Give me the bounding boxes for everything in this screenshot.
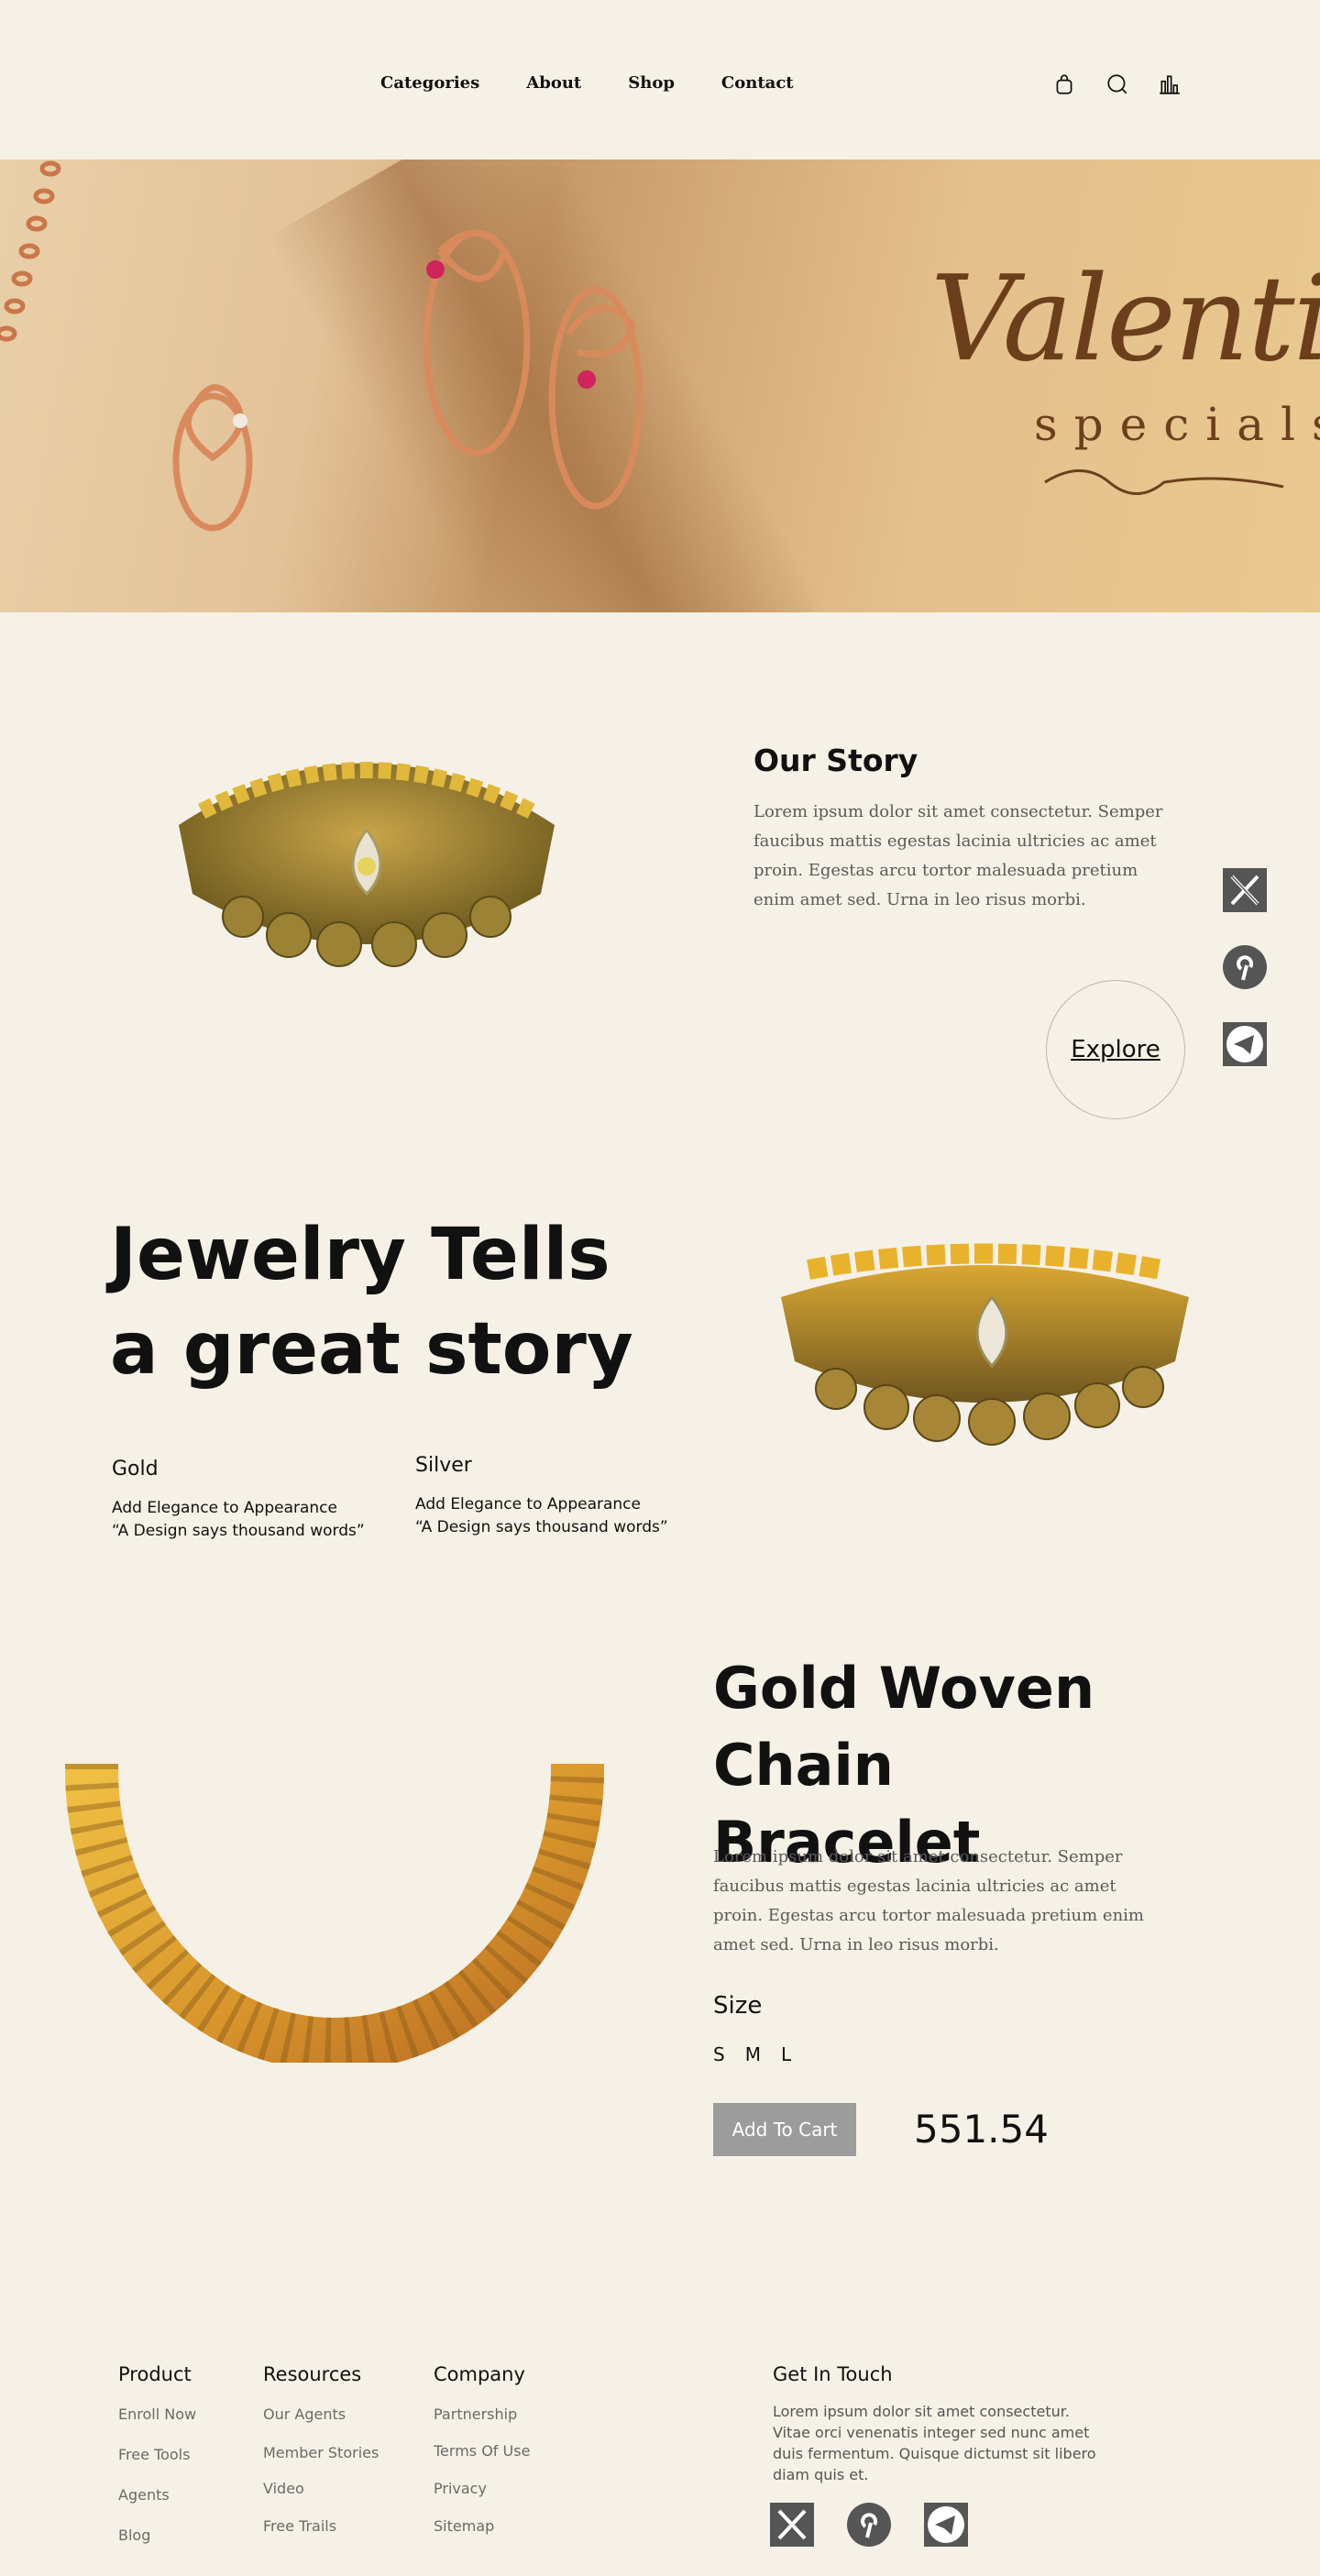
footer-link-video[interactable]: Video (263, 2480, 304, 2497)
footer-link-terms-of-use[interactable]: Terms Of Use (434, 2442, 530, 2460)
footer-link-free-trails[interactable]: Free Trails (263, 2517, 336, 2535)
size-option-m[interactable]: M (745, 2043, 761, 2065)
x-icon[interactable] (1223, 868, 1267, 912)
gold-choker-image (179, 762, 555, 967)
size-label: Size (713, 1992, 763, 2020)
search-icon[interactable] (1106, 72, 1129, 96)
silver-heading: Silver (415, 1454, 472, 1477)
footer-link-free-tools[interactable]: Free Tools (118, 2446, 190, 2463)
nav-link-categories[interactable]: Categories (380, 73, 479, 93)
product-description: Lorem ipsum dolor sit amet consectetur. … (713, 1847, 1145, 1954)
product-title-line1: Gold Woven Chain (713, 1655, 1095, 1799)
hero-script-text: Valentine (930, 251, 1320, 388)
footer-link-agents[interactable]: Agents (118, 2486, 170, 2504)
footer-link-blog[interactable]: Blog (118, 2526, 150, 2544)
telegram-icon[interactable] (924, 2503, 968, 2547)
chart-icon[interactable] (1158, 72, 1182, 96)
story-text: Lorem ipsum dolor sit amet consectetur. … (754, 802, 1163, 909)
add-to-cart-button[interactable]: Add To Cart (713, 2103, 856, 2156)
x-icon[interactable] (770, 2503, 814, 2547)
gold-bracelet-image (65, 1764, 604, 2063)
footer-link-member-stories[interactable]: Member Stories (263, 2444, 379, 2461)
section-title: Jewelry Tells a great story (110, 1208, 633, 1397)
hero-banner: Valentine specials (0, 160, 1320, 612)
footer-contact-heading: Get In Touch (773, 2363, 893, 2385)
pinterest-icon[interactable] (1223, 945, 1267, 989)
footer-resources-heading: Resources (263, 2363, 362, 2385)
nav-links: Categories About Shop Contact (380, 73, 794, 93)
gold-line1: Add Elegance to Appearance (112, 1499, 337, 1517)
nav-link-shop[interactable]: Shop (628, 73, 675, 93)
footer-link-privacy[interactable]: Privacy (434, 2480, 487, 2497)
story-title: Our Story (754, 743, 918, 778)
nav-link-contact[interactable]: Contact (721, 73, 794, 93)
silver-line2: “A Design says thousand words” (415, 1518, 668, 1536)
hero-subtitle: specials (1034, 398, 1320, 451)
footer-link-sitemap[interactable]: Sitemap (434, 2517, 494, 2535)
gold-necklace-image (781, 1243, 1189, 1446)
footer-company-heading: Company (434, 2363, 525, 2385)
size-option-l[interactable]: L (781, 2043, 791, 2065)
product-price: 551.54 (914, 2107, 1049, 2152)
shopping-bag-icon[interactable] (1052, 72, 1076, 96)
gold-line2: “A Design says thousand words” (112, 1522, 365, 1540)
section-title-line1: Jewelry Tells (110, 1214, 610, 1296)
section-title-line2: a great story (110, 1308, 633, 1391)
telegram-icon[interactable] (1223, 1022, 1267, 1066)
explore-label: Explore (1071, 1036, 1160, 1063)
nav-link-about[interactable]: About (526, 73, 581, 93)
size-options: S M L (713, 2043, 791, 2065)
pinterest-icon[interactable] (847, 2503, 891, 2547)
explore-button[interactable]: Explore (1046, 980, 1185, 1119)
silver-line1: Add Elegance to Appearance (415, 1495, 641, 1514)
size-option-s[interactable]: S (713, 2043, 725, 2065)
top-nav: Categories About Shop Contact (0, 0, 1320, 160)
footer-link-enroll-now[interactable]: Enroll Now (118, 2405, 196, 2423)
footer-contact-text: Lorem ipsum dolor sit amet consectetur. … (773, 2403, 1096, 2483)
gold-heading: Gold (112, 1458, 159, 1481)
footer-link-our-agents[interactable]: Our Agents (263, 2405, 346, 2423)
footer-product-heading: Product (118, 2363, 192, 2385)
footer-link-partnership[interactable]: Partnership (434, 2405, 517, 2423)
